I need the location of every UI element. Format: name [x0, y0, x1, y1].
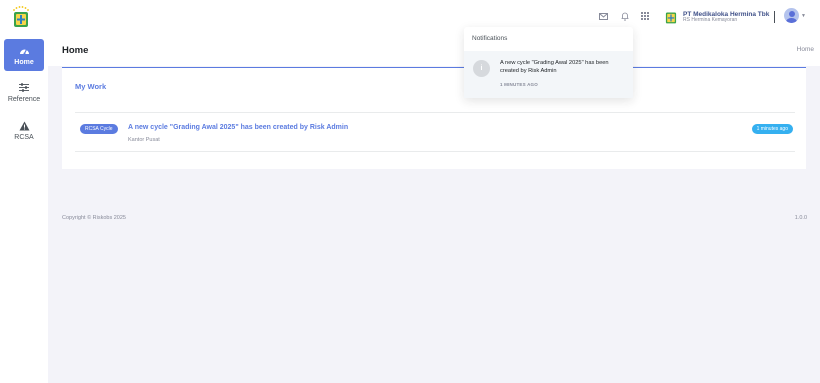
divider [75, 151, 795, 152]
list-item[interactable]: RCSA Cycle A new cycle "Grading Awal 202… [80, 124, 795, 148]
chevron-down-icon[interactable]: ▼ [801, 13, 806, 19]
my-work-card: My Work RCSA Cycle A new cycle "Grading … [62, 68, 806, 169]
mail-icon[interactable] [596, 9, 610, 23]
card-title: My Work [75, 82, 107, 91]
organization-switcher[interactable]: PT Medikaloka Hermina Tbk RS Hermina Kem… [664, 6, 769, 28]
divider [75, 112, 795, 113]
company-logo[interactable] [10, 5, 32, 29]
sidebar-item-rcsa[interactable]: RCSA [4, 114, 44, 146]
organization-unit: RS Hermina Kemayoran [683, 16, 738, 23]
topbar-divider [774, 11, 775, 23]
work-item-subtitle: Kantor Pusat [128, 137, 160, 143]
sidebar: Home Reference RCSA [0, 33, 48, 383]
footer-version: 1.0.0 [794, 215, 807, 221]
sidebar-item-label: Home [14, 58, 34, 66]
sliders-icon [18, 82, 30, 94]
notifications-title: Notifications [472, 35, 508, 42]
sidebar-item-reference[interactable]: Reference [4, 76, 44, 108]
page-title: Home [62, 45, 89, 56]
notification-time: 1 MINUTES AGO [500, 82, 538, 87]
footer-copyright: Copyright © Riskobs 2025 [62, 215, 126, 221]
apps-grid-icon[interactable] [638, 9, 652, 23]
page-header: Home Home [48, 33, 820, 66]
warning-icon [18, 120, 30, 132]
category-badge: RCSA Cycle [80, 124, 118, 134]
time-badge: 1 minutes ago [751, 124, 793, 134]
organization-logo-icon [665, 12, 677, 24]
sidebar-item-home[interactable]: Home [4, 39, 44, 71]
user-avatar[interactable] [784, 8, 799, 23]
info-icon: i [473, 60, 490, 77]
sidebar-item-label: Reference [7, 95, 41, 103]
breadcrumb[interactable]: Home [797, 46, 814, 53]
bell-icon[interactable] [618, 9, 632, 23]
top-bar: PT Medikaloka Hermina Tbk RS Hermina Kem… [0, 0, 820, 33]
notifications-dropdown: Notifications i A new cycle "Grading Awa… [464, 27, 633, 98]
notification-item[interactable]: i A new cycle "Grading Awal 2025" has be… [464, 51, 633, 98]
dashboard-gauge-icon [18, 45, 30, 57]
sidebar-item-label: RCSA [14, 133, 34, 141]
work-item-title-link[interactable]: A new cycle "Grading Awal 2025" has been… [128, 124, 348, 131]
notification-text: A new cycle "Grading Awal 2025" has been… [500, 60, 609, 74]
